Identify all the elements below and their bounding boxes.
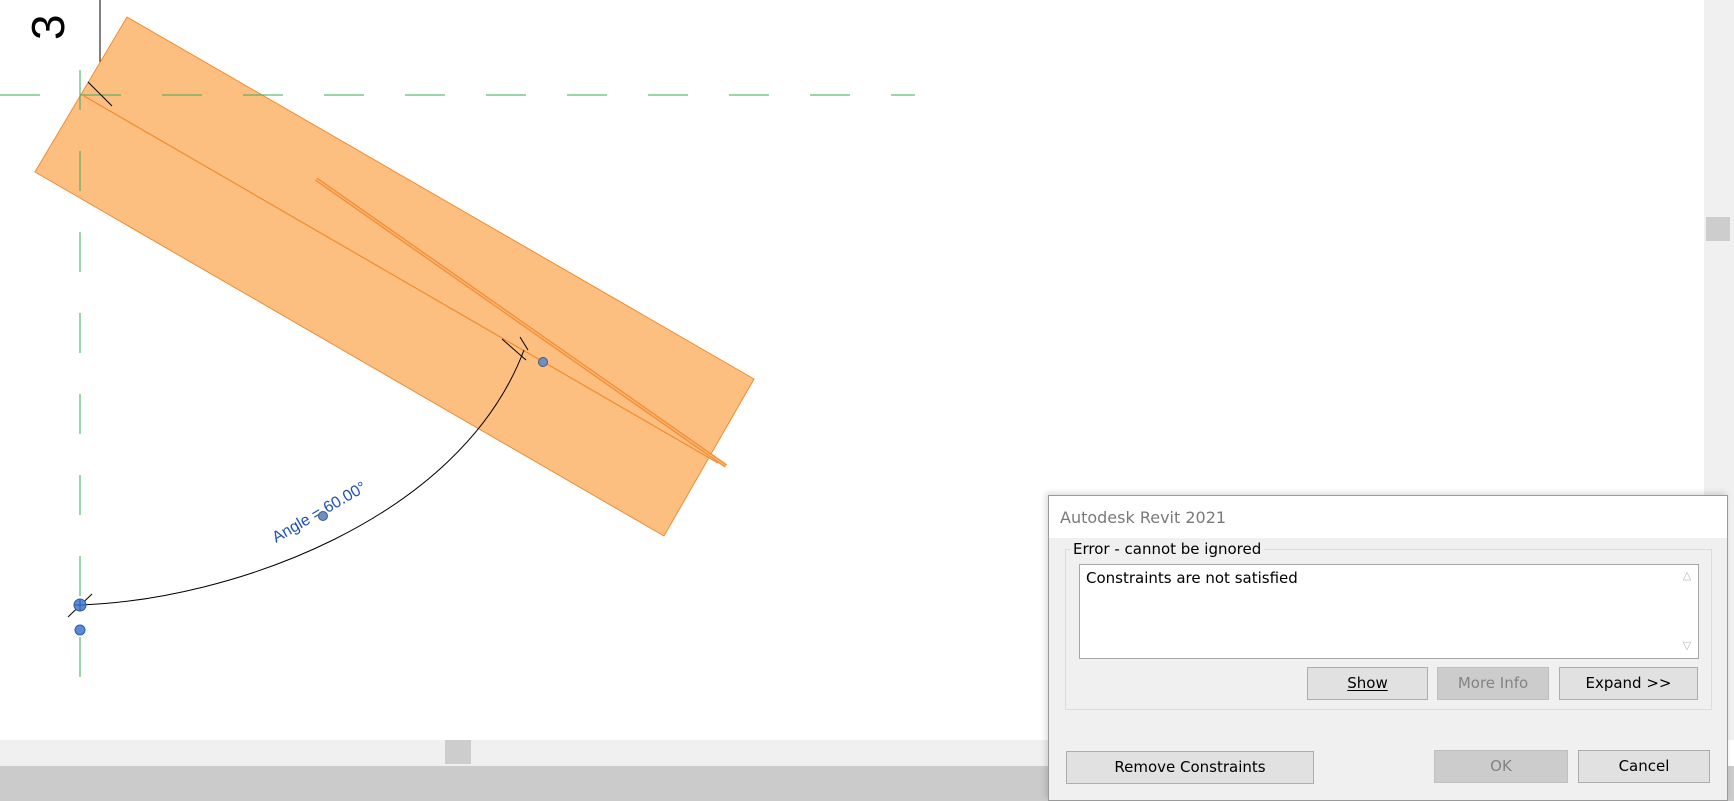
expand-button-label: Expand >> xyxy=(1585,674,1672,692)
vertical-scrollbar-thumb[interactable] xyxy=(1706,217,1730,241)
remove-constraints-button[interactable]: Remove Constraints xyxy=(1066,751,1314,784)
show-button-label: Show xyxy=(1347,674,1388,692)
element-center-line xyxy=(83,95,719,464)
ok-button-label: OK xyxy=(1490,757,1512,775)
more-info-button-label: More Info xyxy=(1457,674,1529,692)
cancel-button[interactable]: Cancel xyxy=(1578,750,1710,783)
ok-button[interactable]: OK xyxy=(1434,750,1568,783)
text-grip[interactable] xyxy=(318,511,328,521)
error-message: Constraints are not satisfied xyxy=(1086,569,1298,587)
error-message-box[interactable]: Constraints are not satisfied △ ▽ xyxy=(1079,564,1699,659)
horizontal-scrollbar[interactable] xyxy=(0,740,1048,766)
rotated-element-fill[interactable] xyxy=(34,16,755,537)
lower-grip[interactable] xyxy=(74,624,86,636)
scroll-up-icon[interactable]: △ xyxy=(1678,569,1696,583)
more-info-button[interactable]: More Info xyxy=(1437,667,1549,700)
error-group-label: Error - cannot be ignored xyxy=(1070,540,1265,558)
element-grip[interactable] xyxy=(538,357,548,367)
horizontal-scrollbar-thumb[interactable] xyxy=(445,740,471,764)
scroll-down-icon[interactable]: ▽ xyxy=(1678,639,1696,653)
cancel-button-label: Cancel xyxy=(1618,757,1670,775)
remove-constraints-label: Remove Constraints xyxy=(1114,758,1266,776)
dialog-title: Autodesk Revit 2021 xyxy=(1060,508,1227,527)
expand-button[interactable]: Expand >> xyxy=(1559,667,1698,700)
view-label: 3 xyxy=(22,14,74,40)
revit-window: 3 Angle = 60.00° Autodesk Revit 2021 Err… xyxy=(0,0,1734,801)
dialog-titlebar[interactable]: Autodesk Revit 2021 xyxy=(1049,496,1727,538)
show-button[interactable]: Show xyxy=(1307,667,1428,700)
error-dialog: Autodesk Revit 2021 Error - cannot be ig… xyxy=(1048,495,1728,801)
